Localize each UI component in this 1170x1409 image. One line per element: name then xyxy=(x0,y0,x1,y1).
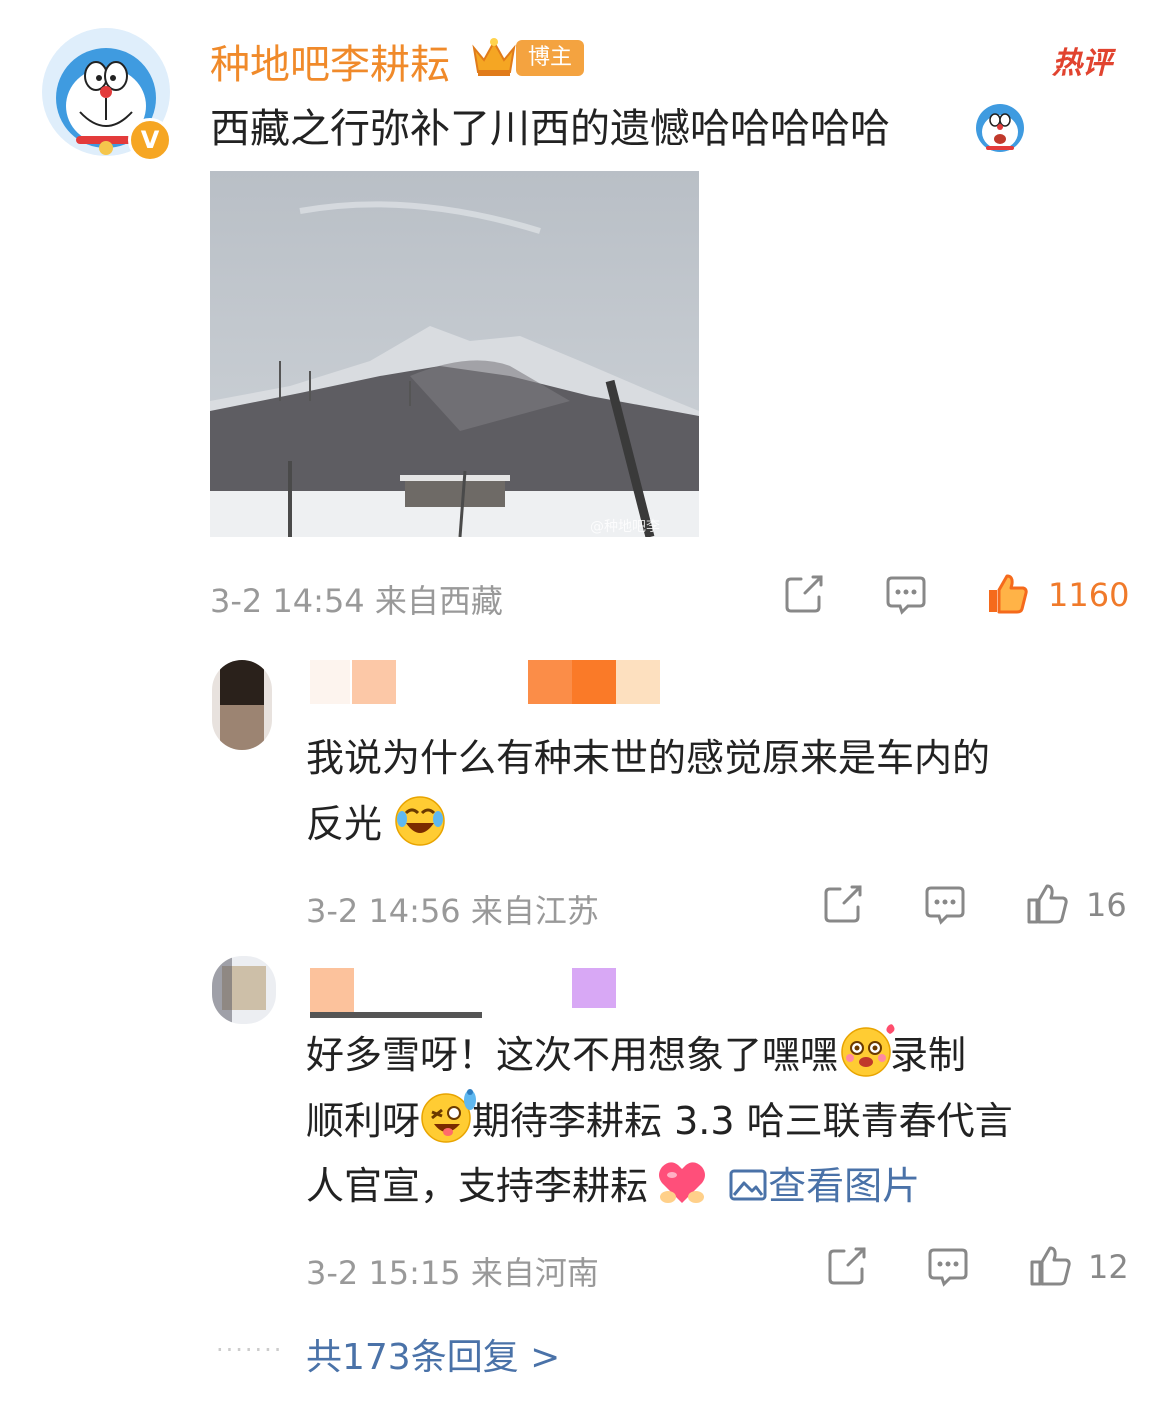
reply-username-blur xyxy=(352,660,396,704)
view-image-link[interactable]: 查看图片 xyxy=(728,1164,920,1208)
reply-text-segment: 录制 xyxy=(890,1033,967,1077)
reply-text: 顺利呀 期待李耕耘 3.3 哈三联青春代言 xyxy=(306,1088,1013,1153)
reply-text-tail: 反光 xyxy=(306,802,383,846)
reply-username-blur xyxy=(310,968,354,1012)
reply-text: 反光 xyxy=(306,792,446,856)
comment-icon[interactable] xyxy=(926,1246,970,1292)
like-icon[interactable] xyxy=(985,572,1029,620)
image-watermark: @种地吧李 xyxy=(590,519,660,535)
comment-icon[interactable] xyxy=(884,574,928,620)
reply-badge-blur xyxy=(572,968,616,1008)
reply-text-segment: 人官宣，支持李耕耘 xyxy=(306,1164,649,1208)
hot-comment-badge: 热评 xyxy=(1052,46,1112,81)
crazy-emoji-icon xyxy=(420,1088,477,1143)
shy-emoji-icon xyxy=(838,1022,895,1077)
reply-text: 我说为什么有种末世的感觉原来是车内的 xyxy=(306,736,991,780)
reply-text-segment: 期待李耕耘 3.3 哈三联青春代言 xyxy=(472,1099,1013,1143)
heart-hug-emoji-icon xyxy=(656,1157,708,1209)
like-count: 16 xyxy=(1086,886,1127,924)
share-icon[interactable] xyxy=(822,883,864,929)
crown-icon xyxy=(470,36,518,78)
comment-icon[interactable] xyxy=(923,884,967,930)
verified-badge: V xyxy=(128,118,172,162)
reply-badge-blur xyxy=(528,660,572,704)
share-icon[interactable] xyxy=(826,1245,868,1291)
reply-text: 人官宣，支持李耕耘 查看图片 xyxy=(306,1154,920,1218)
reply-username-blur xyxy=(310,660,350,704)
reply-text-segment: 好多雪呀！这次不用想象了嘿嘿 xyxy=(306,1033,839,1077)
more-replies-link[interactable]: 共173条回复 > xyxy=(306,1328,560,1380)
like-count: 1160 xyxy=(1048,576,1130,614)
view-image-label: 查看图片 xyxy=(768,1164,921,1208)
comment-meta: 3-2 14:54 来自西藏 xyxy=(210,582,503,620)
laugh-cry-emoji-icon xyxy=(394,795,446,847)
reply-text: 好多雪呀！这次不用想象了嘿嘿 录制 xyxy=(306,1022,966,1087)
reply-username-blur xyxy=(310,1012,482,1018)
reply-avatar[interactable] xyxy=(212,660,272,750)
blogger-badge: 博主 xyxy=(516,40,585,76)
reply-text-segment: 顺利呀 xyxy=(306,1099,421,1143)
username[interactable]: 种地吧李耕耘 xyxy=(210,32,450,90)
reply-meta: 3-2 14:56 来自江苏 xyxy=(306,892,599,930)
image-icon xyxy=(729,1169,767,1201)
reply-badge-blur xyxy=(616,660,660,704)
like-count: 12 xyxy=(1088,1248,1129,1286)
reply-avatar[interactable] xyxy=(212,956,276,1024)
like-icon[interactable] xyxy=(1025,882,1069,930)
share-icon[interactable] xyxy=(783,573,825,619)
like-icon[interactable] xyxy=(1028,1244,1072,1292)
divider-dots: ······· xyxy=(216,1336,284,1364)
comment-text: 西藏之行弥补了川西的遗憾哈哈哈哈哈 xyxy=(210,106,890,152)
reply-badge-blur xyxy=(572,660,616,704)
doraemon-emoji-icon xyxy=(974,102,1026,154)
reply-meta: 3-2 15:15 来自河南 xyxy=(306,1254,599,1292)
post-image[interactable] xyxy=(210,171,699,537)
